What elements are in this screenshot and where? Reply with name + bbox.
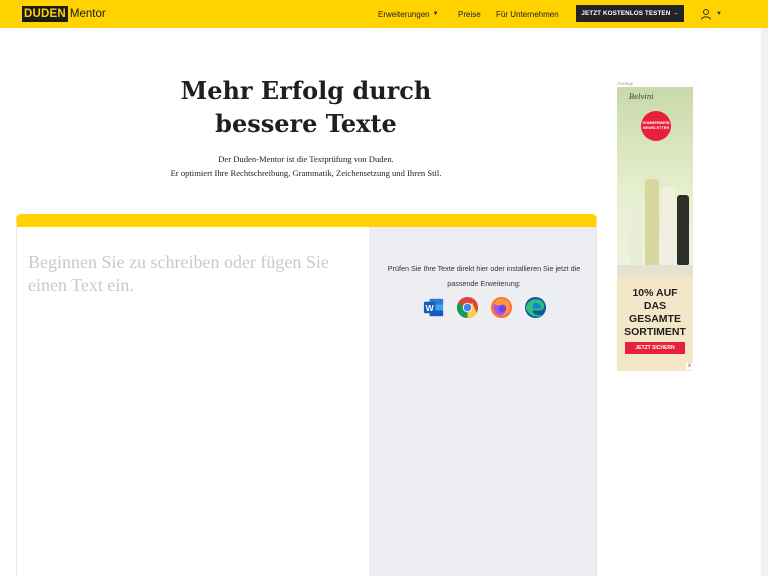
word-icon[interactable]: W <box>422 296 445 319</box>
nav-preise[interactable]: Preise <box>458 0 481 28</box>
user-icon <box>701 9 711 20</box>
wine-bottle <box>645 179 659 265</box>
caret-down-icon: ▼ <box>716 11 722 17</box>
edge-icon[interactable] <box>524 296 547 319</box>
wine-bottle <box>662 187 675 265</box>
text-editor[interactable]: Beginnen Sie zu schreiben oder fügen Sie… <box>17 227 369 576</box>
subtitle-line-1: Der Duden-Mentor ist die Textprüfung von… <box>218 154 394 164</box>
ad-offer-line-2: DAS GESAMTE <box>629 300 681 325</box>
page-subtitle: Der Duden-Mentor ist die Textprüfung von… <box>120 152 492 180</box>
ad-close-icon[interactable]: x <box>686 363 693 370</box>
ad-offer-text: 10% AUF DAS GESAMTE SORTIMENT <box>617 287 693 339</box>
wine-bottle <box>629 203 642 265</box>
ad-ground <box>617 265 693 277</box>
wine-bottle <box>677 195 689 265</box>
firefox-icon[interactable] <box>490 296 513 319</box>
logo-mentor-text: Mentor <box>69 8 106 20</box>
duden-mentor-logo[interactable]: DUDEN Mentor <box>22 6 106 22</box>
extensions-panel: Prüfen Sie Ihre Texte direkt hier oder i… <box>369 227 596 576</box>
nav-fuer-unternehmen[interactable]: Für Unternehmen <box>496 0 559 28</box>
subtitle-line-2: Er optimiert Ihre Rechtschreibung, Gramm… <box>170 168 442 178</box>
chrome-icon[interactable] <box>456 296 479 319</box>
ad-brand: Belvini <box>629 93 654 101</box>
nav-erweiterungen-label: Erweiterungen <box>378 9 430 19</box>
advertisement-banner[interactable]: Belvini SOMMERWEIN NEWSLETTER 10% AUF DA… <box>617 87 693 371</box>
ad-cta-button[interactable]: JETZT SICHERN <box>625 342 685 354</box>
ad-image: Belvini SOMMERWEIN NEWSLETTER <box>617 87 693 277</box>
extension-icons: W <box>369 296 596 319</box>
logo-duden-text: DUDEN <box>22 6 68 22</box>
caret-down-icon: ▼ <box>432 11 439 17</box>
ad-offer-line-1: 10% AUF <box>632 287 678 299</box>
page-title: Mehr Erfolg durch bessere Texte <box>150 74 462 140</box>
editor-placeholder: Beginnen Sie zu schreiben oder fügen Sie… <box>28 252 329 295</box>
try-free-button[interactable]: JETZT KOSTENLOS TESTEN → <box>576 5 684 22</box>
title-line-1: Mehr Erfolg durch <box>180 76 432 105</box>
title-line-2: bessere Texte <box>215 109 397 138</box>
top-navigation-bar: DUDEN Mentor Erweiterungen ▼ Preise Für … <box>0 0 768 28</box>
page-scrollbar[interactable] <box>761 28 768 576</box>
nav-erweiterungen[interactable]: Erweiterungen ▼ <box>378 0 439 28</box>
extensions-hint: Prüfen Sie Ihre Texte direkt hier oder i… <box>387 264 581 288</box>
text-check-card: Beginnen Sie zu schreiben oder fügen Sie… <box>16 214 597 576</box>
user-menu[interactable]: ▼ <box>700 6 722 22</box>
ad-offer-line-3: SORTIMENT <box>624 326 686 338</box>
page: DUDEN Mentor Erweiterungen ▼ Preise Für … <box>0 0 768 576</box>
svg-text:W: W <box>425 303 434 313</box>
ad-badge: SOMMERWEIN NEWSLETTER <box>641 111 671 141</box>
ad-label: Anzeige <box>617 81 634 86</box>
